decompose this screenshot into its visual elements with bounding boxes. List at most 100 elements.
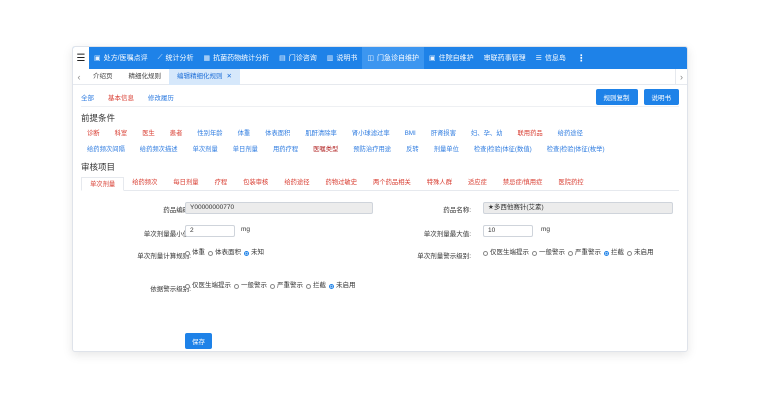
precondition-link[interactable]: 性别年龄 (197, 128, 222, 140)
precondition-link[interactable]: 用药疗程 (273, 144, 298, 156)
precondition-link[interactable]: 预防治疗用途 (353, 144, 391, 156)
nav-item-8[interactable]: ☰ 信息岛 (531, 47, 571, 69)
nav-item-6[interactable]: ▣ 住院自维护 (424, 47, 479, 69)
review-tab[interactable]: 医院药控 (550, 176, 591, 190)
radio-option[interactable]: 仅医生端提示 (483, 248, 529, 258)
nav-item-label: 门急诊自维护 (376, 55, 419, 62)
review-tab[interactable]: 每日剂量 (165, 176, 206, 190)
min-dose-input[interactable]: 2 (185, 225, 235, 237)
nav-item-2[interactable]: ▦ 抗菌药物统计分析 (198, 47, 274, 69)
precondition-link[interactable]: 给药频次间隔 (87, 144, 125, 156)
more-icon[interactable]: ⋮ (571, 53, 592, 64)
radio-button-icon[interactable] (483, 250, 488, 256)
radio-option[interactable]: 未知 (244, 248, 264, 258)
review-tab[interactable]: 特殊人群 (419, 176, 460, 190)
precondition-link[interactable]: 给药途径 (558, 128, 583, 140)
precondition-link[interactable]: 联用药品 (517, 128, 542, 140)
radio-label: 严重警示 (277, 282, 303, 289)
precondition-link[interactable]: 科室 (115, 128, 128, 140)
precondition-link[interactable]: 诊断 (87, 128, 100, 140)
nav-item-4[interactable]: ▥ 说明书 (322, 47, 363, 69)
radio-button-icon[interactable] (568, 250, 573, 256)
tab-intro[interactable]: 介绍页 (85, 69, 121, 85)
radio-button-icon[interactable] (208, 250, 213, 256)
radio-option[interactable]: 严重警示 (568, 248, 601, 258)
precondition-link[interactable]: 剂量单位 (434, 144, 459, 156)
precondition-link[interactable]: 肾小球滤过率 (352, 128, 390, 140)
rule-form: 药品编码: Y00000000770 药品名称: ★多西他赛针(艾素) 单次剂量… (81, 191, 679, 321)
radio-option[interactable]: 未启用 (627, 248, 654, 258)
save-button[interactable]: 保存 (185, 333, 212, 349)
radio-option[interactable]: 一般警示 (532, 248, 565, 258)
review-tab[interactable]: 禁忌症/慎用症 (495, 176, 551, 190)
tabs-right-arrow-icon[interactable]: › (675, 68, 687, 85)
link-basic-info[interactable]: 基本信息 (108, 95, 134, 102)
radio-option[interactable]: 体表面积 (208, 248, 241, 258)
radio-button-icon[interactable] (306, 283, 311, 289)
radio-option[interactable]: 严重警示 (270, 281, 303, 291)
radio-option[interactable]: 仅医生端提示 (185, 281, 231, 291)
review-tab[interactable]: 包装审核 (235, 176, 276, 190)
nav-item-label: 住院自维护 (438, 55, 474, 62)
radio-button-icon[interactable] (185, 283, 190, 289)
precondition-link[interactable]: 单次剂量 (193, 144, 218, 156)
radio-option[interactable]: 拦截 (604, 248, 624, 258)
radio-button-icon[interactable] (329, 283, 334, 289)
radio-option[interactable]: 未启用 (329, 281, 356, 291)
tab-edit-fine-rule[interactable]: 编辑精细化规则 ✕ (169, 68, 240, 85)
precondition-link[interactable]: 肝肾损害 (431, 128, 456, 140)
review-tab[interactable]: 疗程 (207, 176, 236, 190)
close-icon[interactable]: ✕ (227, 73, 232, 80)
copy-rule-button[interactable]: 规则复制 (595, 88, 638, 105)
menu-icon[interactable]: ☰ (73, 47, 89, 69)
tabs-left-arrow-icon[interactable]: ‹ (73, 72, 85, 82)
radio-label: 一般警示 (241, 282, 267, 289)
calc-rule-radios: 体重 体表面积 未知 (185, 248, 375, 258)
precondition-link[interactable]: BMI (405, 128, 416, 140)
action-buttons: 规则复制 说明书 (592, 88, 679, 105)
nav-item-5[interactable]: ◫ 门急诊自维护 (362, 47, 424, 69)
radio-button-icon[interactable] (270, 283, 275, 289)
inpatient-icon: ▣ (428, 55, 436, 62)
nav-item-1[interactable]: ⟋ 统计分析 (153, 47, 199, 69)
review-tab[interactable]: 给药频次 (124, 176, 165, 190)
nav-item-0[interactable]: ▣ 处方/医嘱点评 (89, 47, 153, 69)
main-content: 全部 基本信息 修改履历 规则复制 说明书 前提条件 诊断 科室 医生 患者 性别年龄体… (73, 85, 687, 321)
precondition-link[interactable]: 妇、孕、幼 (471, 128, 502, 140)
radio-option[interactable]: 拦截 (306, 281, 326, 291)
manual-button[interactable]: 说明书 (643, 88, 679, 105)
radio-button-icon[interactable] (244, 250, 249, 256)
nav-item-7[interactable]: 审联药事管理 (479, 47, 531, 69)
link-all[interactable]: 全部 (81, 95, 94, 102)
precondition-link[interactable]: 医嘱类型 (313, 144, 338, 156)
precondition-link[interactable]: 患者 (170, 128, 183, 140)
radio-button-icon[interactable] (185, 250, 190, 256)
drug-name-label: 药品名称: (443, 207, 471, 214)
precondition-link[interactable]: 反转 (406, 144, 419, 156)
precondition-link[interactable]: 医生 (142, 128, 155, 140)
nav-item-3[interactable]: ▤ 门诊咨询 (274, 47, 322, 69)
nav-item-label: 统计分析 (165, 55, 194, 62)
max-dose-input[interactable]: 10 (483, 225, 533, 237)
radio-option[interactable]: 一般警示 (234, 281, 267, 291)
review-tab[interactable]: 药物过敏史 (318, 176, 365, 190)
radio-button-icon[interactable] (532, 250, 537, 256)
tab-fine-rules[interactable]: 精细化规则 (121, 69, 170, 85)
precondition-link[interactable]: 检查|检验|体征(枚举) (547, 144, 605, 156)
review-tab[interactable]: 单次剂量 (81, 177, 125, 191)
radio-button-icon[interactable] (604, 250, 609, 256)
link-history[interactable]: 修改履历 (148, 95, 174, 102)
review-tab[interactable]: 给药途径 (276, 176, 317, 190)
precondition-link[interactable]: 体表面积 (265, 128, 290, 140)
radio-button-icon[interactable] (627, 250, 632, 256)
precondition-link[interactable]: 检查|检验|体征(数值) (474, 144, 532, 156)
review-tab[interactable]: 两个药品相关 (365, 176, 419, 190)
precondition-link[interactable]: 肌酐清除率 (305, 128, 336, 140)
precondition-link[interactable]: 单日剂量 (233, 144, 258, 156)
precondition-link[interactable]: 体重 (238, 128, 251, 140)
review-tab[interactable]: 适应症 (460, 176, 495, 190)
nav-item-label: 处方/医嘱点评 (103, 55, 148, 62)
radio-option[interactable]: 体重 (185, 248, 205, 258)
radio-button-icon[interactable] (234, 283, 239, 289)
precondition-link[interactable]: 给药频次描述 (140, 144, 178, 156)
